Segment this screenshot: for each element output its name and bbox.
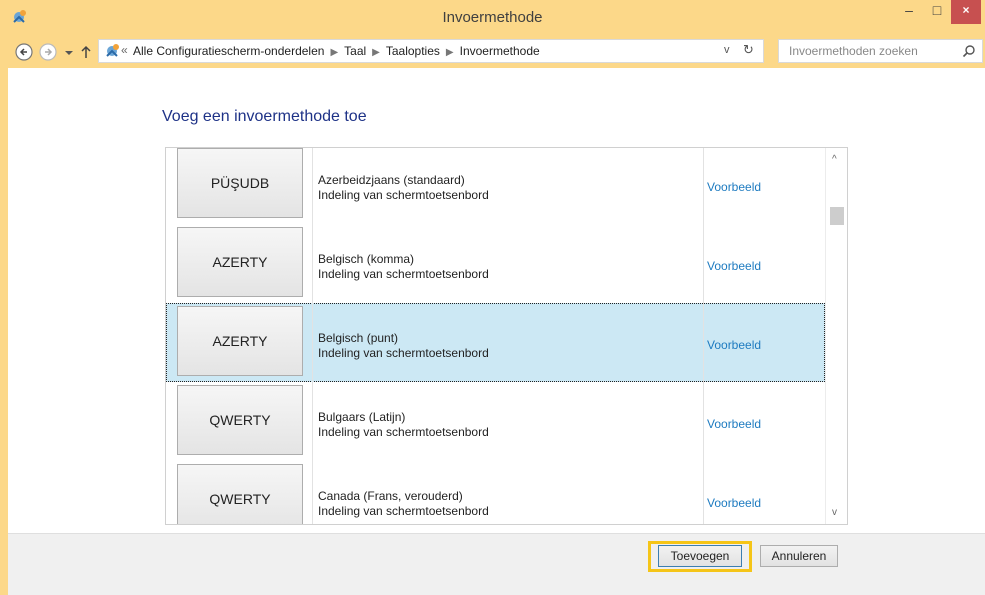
column-divider — [312, 461, 313, 524]
minimize-icon: – — [905, 2, 913, 18]
preview-link[interactable]: Voorbeeld — [707, 338, 761, 352]
keyboard-layout-tile[interactable]: QWERTY — [177, 385, 303, 455]
breadcrumb-item[interactable]: Taalopties — [386, 44, 440, 58]
title-bar: Invoermethode – □ × — [0, 0, 985, 36]
breadcrumb: Alle Configuratiescherm-onderdelen ▶ Taal ▶… — [133, 44, 540, 58]
scroll-down-icon[interactable]: v — [832, 507, 837, 518]
keyboard-layout-tile[interactable]: AZERTY — [177, 227, 303, 297]
main-content: Voeg een invoermethode toe PÜŞUDB Azerbe… — [8, 68, 985, 533]
recent-locations-chevron-icon[interactable] — [62, 42, 76, 62]
input-method-name: Belgisch (punt) — [318, 331, 399, 345]
minimize-button[interactable]: – — [895, 0, 923, 24]
close-icon: × — [962, 3, 970, 17]
input-method-name: Canada (Frans, verouderd) — [318, 489, 463, 503]
cancel-button[interactable]: Annuleren — [760, 545, 838, 567]
column-divider — [312, 303, 313, 382]
forward-arrow-icon[interactable] — [38, 42, 58, 62]
vertical-scrollbar[interactable]: ^ v — [825, 148, 847, 524]
breadcrumb-overflow[interactable]: « — [121, 43, 128, 57]
input-method-description: Indeling van schermtoetsenbord — [318, 346, 489, 360]
control-panel-icon — [106, 44, 119, 57]
chevron-right-icon[interactable]: ▶ — [330, 47, 338, 58]
list-item[interactable]: QWERTY Bulgaars (Latijn) Indeling van sc… — [166, 382, 825, 461]
maximize-button[interactable]: □ — [923, 0, 951, 24]
keyboard-layout-label: QWERTY — [209, 412, 271, 428]
preview-link[interactable]: Voorbeeld — [707, 496, 761, 510]
address-dropdown-icon[interactable]: v — [724, 44, 730, 56]
breadcrumb-item[interactable]: Alle Configuratiescherm-onderdelen — [133, 44, 324, 58]
window: Invoermethode – □ × « Alle Configuraties… — [0, 0, 985, 595]
breadcrumb-item[interactable]: Invoermethode — [460, 44, 540, 58]
column-divider — [312, 148, 313, 224]
keyboard-layout-label: AZERTY — [212, 254, 268, 270]
preview-link[interactable]: Voorbeeld — [707, 259, 761, 273]
keyboard-layout-label: PÜŞUDB — [210, 175, 270, 191]
page-title: Voeg een invoermethode toe — [162, 108, 367, 125]
refresh-icon[interactable]: ↻ — [743, 42, 754, 58]
input-method-description: Indeling van schermtoetsenbord — [318, 188, 489, 202]
input-method-name: Belgisch (komma) — [318, 252, 415, 266]
column-divider — [312, 224, 313, 303]
column-divider — [312, 382, 313, 461]
search-icon[interactable] — [962, 44, 976, 58]
column-divider — [703, 303, 704, 382]
back-arrow-icon[interactable] — [14, 42, 34, 62]
list-item[interactable]: PÜŞUDB Azerbeidzjaans (standaard) Indeli… — [166, 148, 825, 224]
list-item-selected[interactable]: AZERTY Belgisch (punt) Indeling van sche… — [166, 303, 825, 382]
column-divider — [703, 461, 704, 524]
scrollbar-thumb[interactable] — [830, 207, 844, 225]
keyboard-layout-label: QWERTY — [209, 491, 271, 507]
input-method-list[interactable]: PÜŞUDB Azerbeidzjaans (standaard) Indeli… — [165, 147, 848, 525]
input-method-name: Bulgaars (Latijn) — [318, 410, 406, 424]
maximize-icon: □ — [932, 2, 942, 18]
chevron-right-icon[interactable]: ▶ — [372, 47, 380, 58]
input-method-name: Azerbeidzjaans (standaard) — [318, 173, 465, 187]
input-method-description: Indeling van schermtoetsenbord — [318, 504, 489, 518]
dialog-footer: Toevoegen Annuleren — [8, 533, 985, 595]
list-item[interactable]: AZERTY Belgisch (komma) Indeling van sch… — [166, 224, 825, 303]
window-title: Invoermethode — [442, 9, 543, 26]
close-button[interactable]: × — [951, 0, 981, 24]
address-bar[interactable]: « Alle Configuratiescherm-onderdelen ▶ Taa… — [98, 39, 764, 63]
keyboard-layout-tile[interactable]: AZERTY — [177, 306, 303, 376]
navigation-bar: « Alle Configuratiescherm-onderdelen ▶ Taa… — [8, 36, 985, 68]
column-divider — [703, 382, 704, 461]
chevron-right-icon[interactable]: ▶ — [446, 47, 454, 58]
input-method-description: Indeling van schermtoetsenbord — [318, 267, 489, 281]
add-button[interactable]: Toevoegen — [658, 545, 742, 567]
keyboard-layout-tile[interactable]: QWERTY — [177, 464, 303, 524]
keyboard-layout-tile[interactable]: PÜŞUDB — [177, 148, 303, 218]
column-divider — [703, 148, 704, 224]
column-divider — [703, 224, 704, 303]
preview-link[interactable]: Voorbeeld — [707, 180, 761, 194]
keyboard-layout-label: AZERTY — [212, 333, 268, 349]
breadcrumb-item[interactable]: Taal — [344, 44, 366, 58]
list-item[interactable]: QWERTY Canada (Frans, verouderd) Indelin… — [166, 461, 825, 524]
search-input[interactable]: Invoermethoden zoeken — [778, 39, 983, 63]
scroll-up-icon[interactable]: ^ — [832, 154, 837, 165]
input-method-description: Indeling van schermtoetsenbord — [318, 425, 489, 439]
up-arrow-icon[interactable] — [78, 42, 94, 62]
preview-link[interactable]: Voorbeeld — [707, 417, 761, 431]
search-placeholder: Invoermethoden zoeken — [789, 44, 918, 58]
